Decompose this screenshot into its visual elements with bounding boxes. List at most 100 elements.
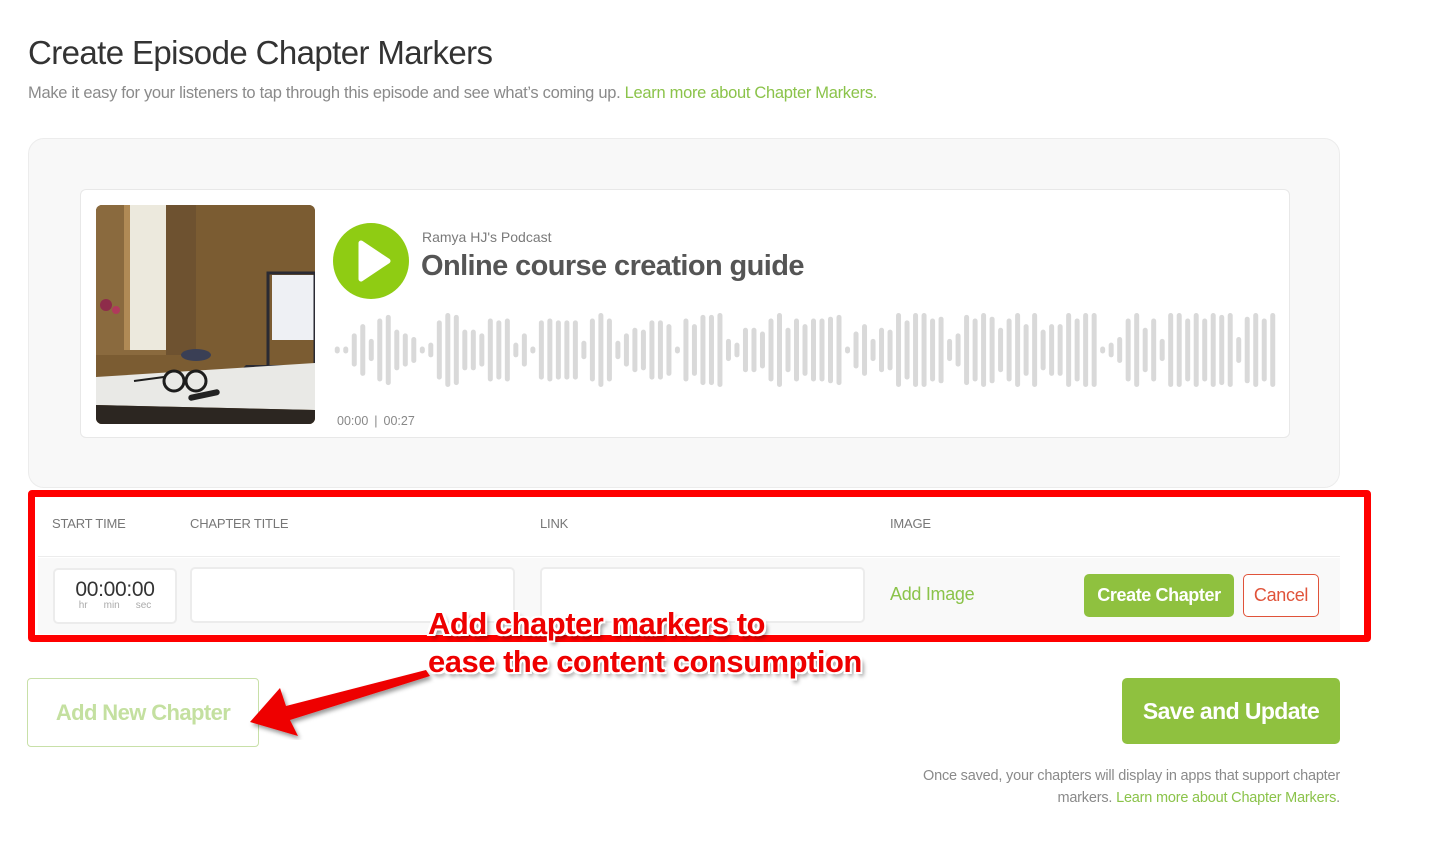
column-image: IMAGE: [890, 516, 931, 531]
waveform-bar: [666, 324, 672, 376]
waveform-bar: [1193, 313, 1199, 387]
annotation-text: Add chapter markers to ease the content …: [428, 605, 862, 681]
waveform-bar: [1219, 314, 1225, 386]
waveform-bar: [734, 342, 740, 358]
waveform-bar: [862, 324, 868, 376]
podcast-name: Ramya HJ's Podcast: [422, 229, 552, 245]
waveform-bar: [615, 340, 621, 360]
save-note-period: .: [1336, 790, 1340, 806]
waveform-bar: [955, 333, 961, 367]
waveform-bar: [989, 316, 995, 384]
waveform-bar: [1015, 313, 1021, 387]
waveform-bar: [845, 346, 851, 354]
waveform-bar: [802, 324, 808, 376]
waveform-bar: [470, 329, 476, 371]
waveform-bar: [725, 338, 731, 362]
duration: 00:27: [383, 414, 415, 428]
play-icon: [358, 240, 391, 282]
current-time: 00:00: [337, 414, 369, 428]
cancel-button[interactable]: Cancel: [1243, 574, 1319, 617]
save-note: Once saved, your chapters will display i…: [880, 765, 1340, 809]
waveform-bar: [1168, 313, 1174, 387]
waveform-bar: [487, 318, 493, 382]
add-new-chapter-button[interactable]: Add New Chapter: [27, 678, 259, 747]
waveform-bar: [947, 338, 953, 362]
waveform-bar: [742, 327, 748, 373]
waveform-bar: [1125, 318, 1131, 382]
waveform-bar: [589, 318, 595, 382]
waveform-bar: [555, 320, 561, 380]
waveform-bar: [581, 340, 587, 360]
waveform-bar: [385, 314, 391, 386]
waveform-bar: [564, 320, 570, 380]
waveform-bar: [521, 333, 527, 367]
waveform-bar: [1270, 313, 1276, 387]
player-container: Ramya HJ's Podcast Online course creatio…: [28, 138, 1340, 488]
waveform-bar: [683, 318, 689, 382]
unit-min: min: [103, 600, 120, 611]
waveform-bar: [649, 320, 655, 380]
waveform-bar: [1057, 324, 1063, 376]
waveform-bar: [1117, 337, 1123, 363]
learn-more-link[interactable]: Learn more about Chapter Markers.: [625, 84, 878, 102]
waveform-bar: [964, 314, 970, 386]
waveform-bar: [547, 318, 553, 382]
waveform-bar: [419, 346, 425, 354]
waveform-bar: [436, 320, 442, 380]
waveform-bar: [428, 342, 434, 358]
waveform-bar: [598, 313, 604, 387]
waveform-bar: [1151, 318, 1157, 382]
waveform-bar: [1083, 313, 1089, 387]
waveform-bar: [1253, 313, 1259, 387]
waveform-bar: [360, 324, 366, 376]
start-time-value: 00:00:00: [75, 578, 155, 601]
waveform-bar: [938, 316, 944, 384]
waveform-bar: [496, 320, 502, 380]
waveform-bar: [1066, 313, 1072, 387]
waveform-bar: [411, 337, 417, 363]
waveform-bar: [334, 346, 340, 354]
column-link: LINK: [540, 516, 569, 531]
waveform-bar: [1159, 338, 1165, 362]
waveform-bar: [904, 320, 910, 380]
waveform-bar: [717, 313, 723, 387]
waveform-bar: [819, 318, 825, 382]
waveform-bar: [811, 318, 816, 382]
start-time-input[interactable]: 00:00:00 hr min sec: [53, 568, 177, 624]
column-start-time: START TIME: [52, 516, 126, 531]
unit-sec: sec: [135, 600, 152, 611]
waveform-bar: [1261, 318, 1267, 382]
waveform-bar: [479, 333, 485, 367]
cover-illustration: [96, 205, 315, 424]
annotation-line-2: ease the content consumption: [428, 644, 862, 679]
waveform-bar: [913, 313, 919, 387]
waveform-bar: [657, 320, 663, 380]
waveform-bar: [462, 329, 468, 371]
waveform-bar: [870, 338, 876, 362]
play-button[interactable]: [333, 223, 409, 299]
time-separator: |: [374, 414, 378, 428]
page-title: Create Episode Chapter Markers: [28, 34, 493, 71]
episode-cover-image: [96, 205, 315, 424]
save-and-update-button[interactable]: Save and Update: [1122, 678, 1340, 744]
create-chapter-button[interactable]: Create Chapter: [1084, 574, 1234, 617]
waveform-bar: [402, 333, 408, 367]
waveform-bar: [751, 327, 757, 373]
save-note-learn-more-link[interactable]: Learn more about Chapter Markers: [1116, 790, 1336, 806]
waveform-bar: [632, 327, 638, 373]
waveform-bar: [1176, 313, 1182, 387]
waveform-bar: [1185, 318, 1191, 382]
waveform-bar: [1100, 346, 1106, 354]
waveform-bar: [887, 329, 893, 371]
waveform-bar: [538, 320, 544, 380]
waveform-bar: [453, 314, 459, 386]
waveform-bar: [1142, 327, 1148, 373]
waveform-bar: [377, 318, 383, 382]
waveform-bar: [896, 313, 902, 387]
waveform-bar: [768, 318, 774, 382]
add-image-link[interactable]: Add Image: [890, 584, 975, 605]
waveform-seekbar[interactable]: [333, 310, 1277, 390]
audio-player: Ramya HJ's Podcast Online course creatio…: [80, 189, 1290, 438]
chapter-form-header: START TIME CHAPTER TITLE LINK IMAGE: [38, 500, 1340, 557]
waveform-bar: [606, 318, 612, 382]
